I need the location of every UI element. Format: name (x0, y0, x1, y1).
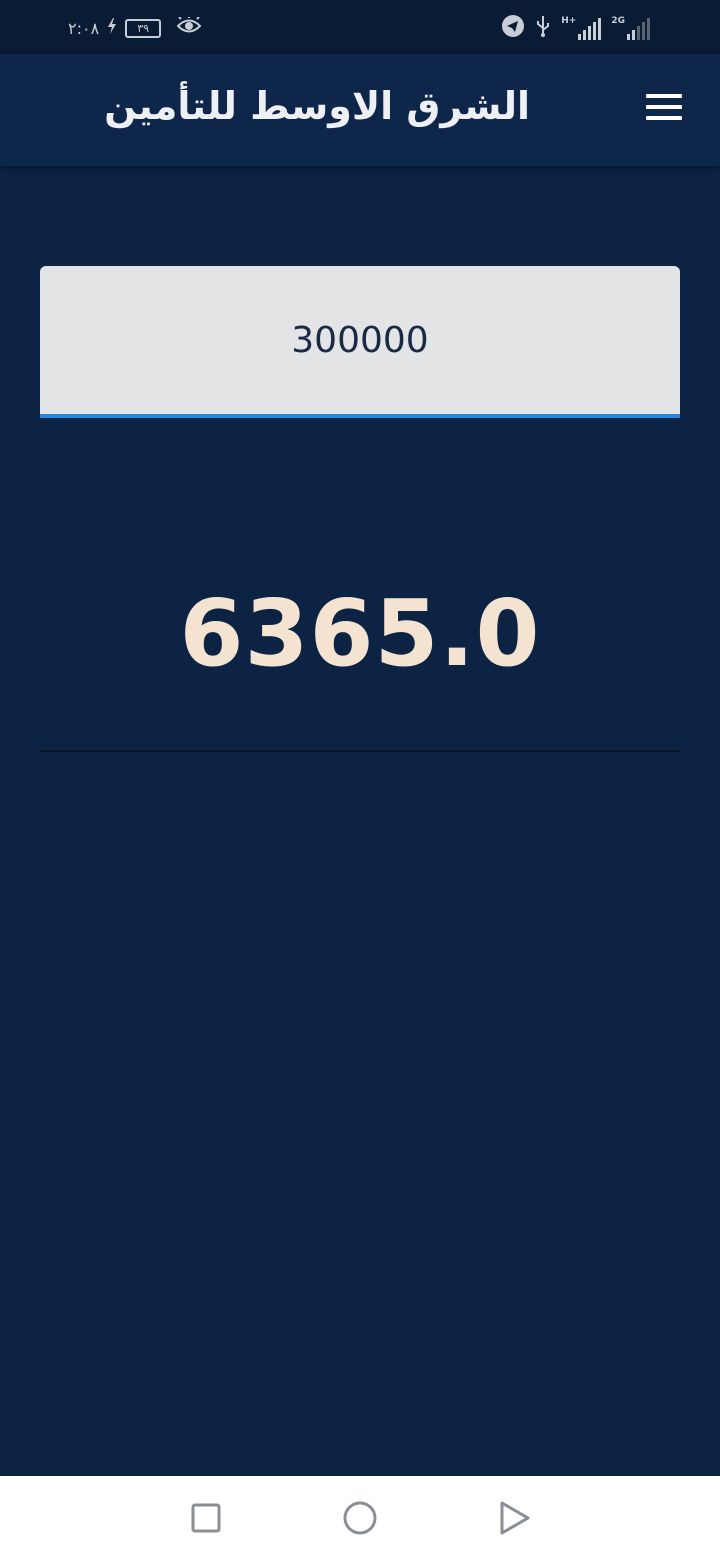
battery-icon: ٣٩ (125, 18, 162, 38)
back-triangle-icon[interactable] (496, 1500, 532, 1536)
network-type-label: H+ (561, 16, 577, 26)
amount-input[interactable] (40, 266, 680, 414)
hamburger-menu-icon[interactable] (646, 94, 682, 124)
telegram-icon (501, 14, 525, 42)
amount-field[interactable] (40, 266, 680, 418)
eye-icon (176, 15, 202, 39)
app-title: الشرق الاوسط للتأمين (104, 84, 530, 128)
network-type-label-2: 2G (611, 16, 625, 26)
status-left-group: ٢:٠٨ ٣٩ (68, 14, 202, 42)
menu-line (646, 105, 682, 109)
usb-icon (535, 14, 551, 42)
home-circle-icon[interactable] (342, 1500, 378, 1536)
recents-square-icon[interactable] (188, 1500, 224, 1536)
clock: ٢:٠٨ (68, 18, 100, 38)
signal-icon-1: H+ (561, 16, 602, 40)
menu-line (646, 94, 682, 98)
status-right-group: H+ 2G (501, 14, 650, 42)
signal-icon-2: 2G (611, 16, 650, 40)
status-bar: ٢:٠٨ ٣٩ H+ 2G (0, 0, 720, 54)
app-bar: الشرق الاوسط للتأمين (0, 54, 720, 166)
navigation-bar (0, 1476, 720, 1560)
menu-line (646, 116, 682, 120)
divider (40, 750, 680, 752)
charging-icon (107, 18, 117, 38)
result-value: 6365.0 (179, 580, 541, 687)
